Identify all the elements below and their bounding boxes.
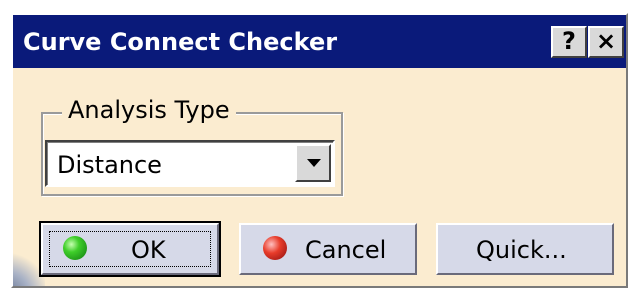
quick-button[interactable]: Quick... (436, 223, 614, 275)
red-led-icon (263, 236, 287, 260)
analysis-type-value: Distance (57, 151, 162, 179)
dropdown-button[interactable] (295, 144, 331, 182)
quick-label: Quick... (476, 236, 567, 264)
analysis-type-label: Analysis Type (62, 95, 236, 125)
corner-decoration (13, 247, 45, 286)
analysis-type-select[interactable]: Distance (45, 140, 335, 187)
ok-label: OK (131, 236, 166, 264)
ok-button[interactable]: OK (39, 221, 221, 277)
green-led-icon (63, 236, 87, 260)
chevron-down-icon (307, 159, 321, 167)
cancel-label: Cancel (305, 236, 387, 264)
curve-connect-checker-dialog: Curve Connect Checker ? × Analysis Type … (11, 13, 628, 288)
cancel-button[interactable]: Cancel (239, 223, 417, 275)
help-button[interactable]: ? (551, 26, 587, 58)
window-title: Curve Connect Checker (23, 28, 338, 56)
close-button[interactable]: × (588, 26, 624, 58)
title-bar[interactable]: Curve Connect Checker ? × (13, 15, 626, 68)
